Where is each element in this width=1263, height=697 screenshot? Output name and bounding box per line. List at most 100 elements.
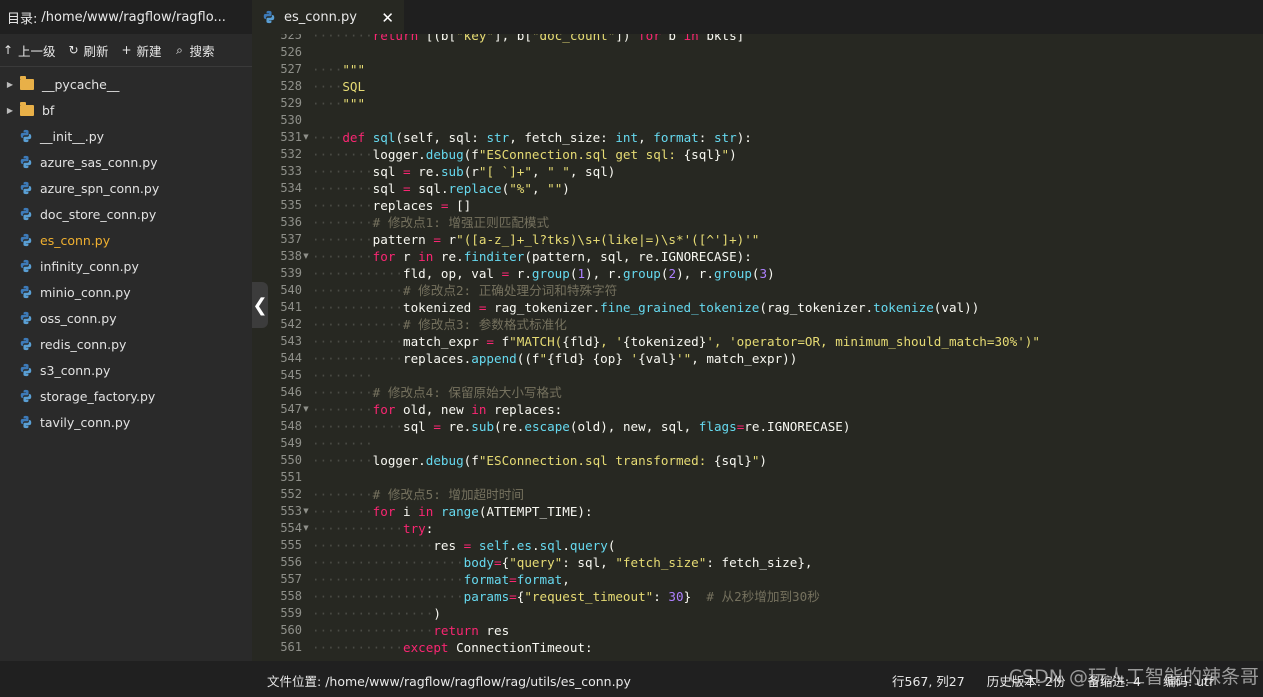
file-item[interactable]: minio_conn.py [0, 279, 252, 305]
code-line[interactable]: ········ [312, 435, 1263, 452]
file-item[interactable]: azure_sas_conn.py [0, 149, 252, 175]
code-line[interactable]: ········ [312, 367, 1263, 384]
up-arrow-icon: ↑ [2, 43, 14, 57]
tree-item-label: azure_spn_conn.py [40, 180, 160, 196]
file-item[interactable]: azure_spn_conn.py [0, 175, 252, 201]
caret-right-icon[interactable]: ▶ [0, 80, 18, 89]
fold-toggle-icon[interactable]: ▼ [302, 405, 310, 414]
code-token: except [403, 640, 449, 655]
folder-item[interactable]: ▶ bf [0, 97, 252, 123]
code-token: (rag_tokenizer. [759, 300, 874, 315]
code-line[interactable] [312, 44, 1263, 61]
code-line[interactable]: ········pattern = r"([a-z_]+_l?tks)\s+(l… [312, 231, 1263, 248]
tree-item-label: es_conn.py [40, 232, 111, 248]
fold-toggle-icon[interactable]: ▼ [302, 252, 310, 261]
fold-toggle-icon[interactable]: ▼ [302, 133, 310, 142]
code-line[interactable]: ····················params={"request_tim… [312, 588, 1263, 605]
tab-es-conn[interactable]: es_conn.py ✕ [252, 0, 404, 34]
code-line[interactable]: ········# 修改点5: 增加超时时间 [312, 486, 1263, 503]
code-token: rag_tokenizer. [486, 300, 601, 315]
cursor-position[interactable]: 行567, 列27 [892, 674, 965, 689]
code-line[interactable]: ············tokenized = rag_tokenizer.fi… [312, 299, 1263, 316]
code-token: (f [463, 147, 479, 162]
code-line[interactable]: ········sql = sql.replace("%", "") [312, 180, 1263, 197]
code-line[interactable]: ············try: [312, 520, 1263, 537]
code-line[interactable]: ········replaces = [] [312, 197, 1263, 214]
toolbar-button-up-arrow[interactable]: ↑ 上一级 [0, 41, 62, 60]
code-line[interactable] [312, 112, 1263, 129]
code-token: = [494, 555, 502, 570]
collapse-sidebar-handle[interactable]: ❮ [252, 282, 268, 328]
code-token: ( [607, 538, 616, 553]
code-token: ), r. [585, 266, 623, 281]
directory-path[interactable]: /home/www/ragflow/ragflo... [41, 10, 225, 25]
code-line[interactable]: ····""" [312, 61, 1263, 78]
code-line[interactable]: ····················format=format, [312, 571, 1263, 588]
code-line[interactable]: ····SQL [312, 78, 1263, 95]
code-token: ) [759, 453, 767, 468]
code-token: (re. [494, 419, 525, 434]
code-line[interactable]: ············# 修改点3: 参数格式标准化 [312, 316, 1263, 333]
code-token: return [433, 623, 479, 638]
code-line[interactable]: ····""" [312, 95, 1263, 112]
file-item[interactable]: storage_factory.py [0, 383, 252, 409]
toolbar-button-plus[interactable]: + 新建 [115, 41, 168, 60]
code-line[interactable] [312, 469, 1263, 486]
file-item[interactable]: es_conn.py [0, 227, 252, 253]
code-token: logger. [372, 453, 426, 468]
code-line[interactable]: ····················body={"query": sql, … [312, 554, 1263, 571]
code-line[interactable]: ············# 修改点2: 正确处理分词和特殊字符 [312, 282, 1263, 299]
caret-right-icon[interactable]: ▶ [0, 106, 18, 115]
code-line[interactable]: ········# 修改点4: 保留原始大小写格式 [312, 384, 1263, 401]
toolbar-button-search[interactable]: ⌕ 搜索 [168, 41, 221, 60]
python-file-icon [263, 10, 275, 24]
code-line[interactable]: ············fld, op, val = r.group(1), r… [312, 265, 1263, 282]
code-area[interactable]: ········return [(b["key"], b["doc_count"… [312, 34, 1263, 656]
code-token: , sql) [569, 164, 616, 179]
file-item[interactable]: doc_store_conn.py [0, 201, 252, 227]
file-item[interactable]: tavily_conn.py [0, 409, 252, 435]
code-line[interactable]: ········sql = re.sub(r"[ `]+", " ", sql) [312, 163, 1263, 180]
plus-icon: + [121, 43, 132, 57]
code-line[interactable]: ····def sql(self, sql: str, fetch_size: … [312, 129, 1263, 146]
code-line[interactable]: ········logger.debug(f"ESConnection.sql … [312, 452, 1263, 469]
code-line[interactable]: ············sql = re.sub(re.escape(old),… [312, 418, 1263, 435]
code-line[interactable]: ················) [312, 605, 1263, 622]
toolbar-button-label: 上一级 [18, 43, 56, 59]
code-line[interactable]: ········return [(b["key"], b["doc_count"… [312, 34, 1263, 44]
code-line[interactable]: ················return res [312, 622, 1263, 639]
code-token: "[ `]+" [478, 164, 532, 179]
code-editor[interactable]: 525 526 527 528 529 530 531 532 533 534 535 536 537 5… [252, 34, 1263, 661]
close-icon[interactable]: ✕ [381, 9, 394, 27]
code-line[interactable]: ············match_expr = f"MATCH({fld}, … [312, 333, 1263, 350]
code-line[interactable]: ········for r in re.finditer(pattern, sq… [312, 248, 1263, 265]
file-item[interactable]: redis_conn.py [0, 331, 252, 357]
code-line[interactable]: ········logger.debug(f"ESConnection.sql … [312, 146, 1263, 163]
code-token: " " [547, 164, 570, 179]
code-token: format [516, 572, 563, 587]
file-item[interactable]: oss_conn.py [0, 305, 252, 331]
file-item[interactable]: __init__.py [0, 123, 252, 149]
code-line[interactable]: ················res = self.es.sql.query( [312, 537, 1263, 554]
code-line[interactable]: ············except ConnectionTimeout: [312, 639, 1263, 656]
code-line[interactable]: ········for old, new in replaces: [312, 401, 1263, 418]
code-line[interactable]: ············replaces.append((f"{fld} {op… [312, 350, 1263, 367]
file-item[interactable]: infinity_conn.py [0, 253, 252, 279]
line-number: 547 [280, 402, 302, 416]
indent-guide: ···················· [312, 589, 464, 604]
code-token: i [395, 504, 419, 519]
toolbar-button-refresh[interactable]: ↻ 刷新 [62, 41, 115, 60]
code-token: escape [524, 419, 570, 434]
code-token: ( [751, 266, 760, 281]
code-line[interactable]: ········for i in range(ATTEMPT_TIME): [312, 503, 1263, 520]
file-item[interactable]: s3_conn.py [0, 357, 252, 383]
python-file-icon [20, 207, 32, 221]
fold-toggle-icon[interactable]: ▼ [302, 524, 310, 533]
fold-toggle-icon[interactable]: ▼ [302, 507, 310, 516]
indent-guide: ········ [312, 402, 373, 417]
code-line[interactable]: ········# 修改点1: 增强正则匹配模式 [312, 214, 1263, 231]
code-token: debug [425, 453, 464, 468]
folder-item[interactable]: ▶ __pycache__ [0, 71, 252, 97]
